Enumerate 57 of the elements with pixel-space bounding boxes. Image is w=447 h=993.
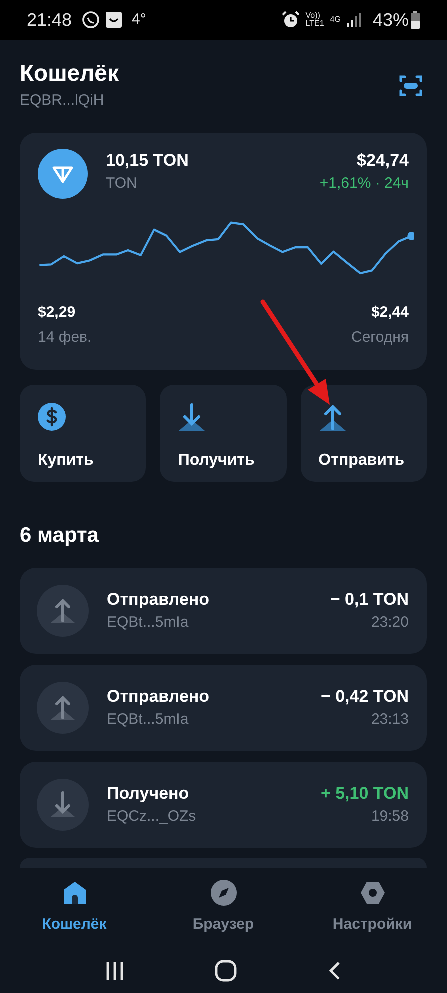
- mail-icon: [106, 12, 122, 28]
- action-button[interactable]: Купить: [20, 385, 146, 482]
- lte-label: LTE1: [306, 20, 324, 28]
- transaction-address: EQCz..._OZs: [107, 806, 198, 827]
- tab[interactable]: Кошелёк: [0, 868, 149, 948]
- download-icon: [178, 403, 206, 431]
- transaction-card[interactable]: Получено EQCz..._OZs + 5,10 TON 19:58: [20, 762, 427, 848]
- action-button[interactable]: Отправить: [300, 385, 427, 482]
- upload-icon: [37, 585, 89, 637]
- transaction-amount: − 0,42 TON: [320, 686, 409, 708]
- page-title: Кошелёк: [20, 59, 120, 88]
- scan-icon[interactable]: [399, 74, 423, 98]
- tab[interactable]: Браузер: [149, 868, 298, 948]
- date-heading: 6 марта: [20, 523, 100, 549]
- transaction-address: EQBt...5mIa: [107, 710, 190, 730]
- signal-icon: [346, 13, 363, 27]
- home-button-icon[interactable]: [215, 960, 238, 982]
- transaction-amount: − 0,1 TON: [330, 588, 409, 611]
- dollar-icon: [38, 403, 66, 431]
- chat-icon: [82, 11, 100, 29]
- recent-apps-icon[interactable]: [105, 960, 126, 980]
- transaction-time: 23:20: [371, 612, 409, 633]
- low-price: $2,29: [38, 303, 77, 323]
- network-label: 4G: [330, 14, 341, 26]
- transaction-address: EQBt...5mIa: [107, 612, 190, 633]
- transaction-type: Получено: [107, 782, 190, 805]
- clock-time: 21:48: [27, 8, 72, 32]
- alarm-icon: [282, 11, 300, 29]
- transaction-card[interactable]: Отправлено EQBt...5mIa − 0,1 TON 23:20: [20, 568, 427, 654]
- today-label: Сегодня: [352, 328, 409, 348]
- token-amount: 10,15 TON: [106, 150, 190, 172]
- transaction-amount: + 5,10 TON: [320, 782, 409, 805]
- battery-percent: 43%: [372, 8, 409, 32]
- download-icon: [37, 779, 89, 831]
- home-icon: [62, 880, 88, 906]
- tab[interactable]: Настройки: [298, 868, 447, 948]
- settings-icon: [360, 880, 386, 906]
- price-change: +1,61% · 24ч: [320, 174, 409, 194]
- current-price: $2,44: [371, 303, 409, 323]
- transaction-type: Отправлено: [107, 588, 211, 611]
- upload-icon: [318, 403, 347, 431]
- upload-icon: [37, 682, 89, 734]
- transaction-type: Отправлено: [107, 686, 211, 708]
- transaction-card[interactable]: Отправлено EQBt...5mIa − 0,42 TON 23:13: [20, 665, 427, 751]
- compass-icon: [210, 880, 236, 906]
- action-button[interactable]: Получить: [160, 385, 287, 482]
- temperature: 4°: [132, 10, 146, 30]
- fiat-value: $24,74: [357, 150, 409, 172]
- transaction-time: 19:58: [371, 806, 409, 827]
- volte-label: Vo)): [306, 12, 322, 20]
- start-date: 14 фев.: [38, 328, 93, 348]
- back-icon[interactable]: [328, 960, 342, 980]
- token-name: TON: [106, 174, 138, 194]
- transaction-time: 23:13: [371, 710, 409, 730]
- wallet-address[interactable]: EQBR...lQiH: [20, 90, 399, 112]
- battery-icon: [411, 11, 420, 29]
- diamond-logo-icon: [38, 149, 88, 199]
